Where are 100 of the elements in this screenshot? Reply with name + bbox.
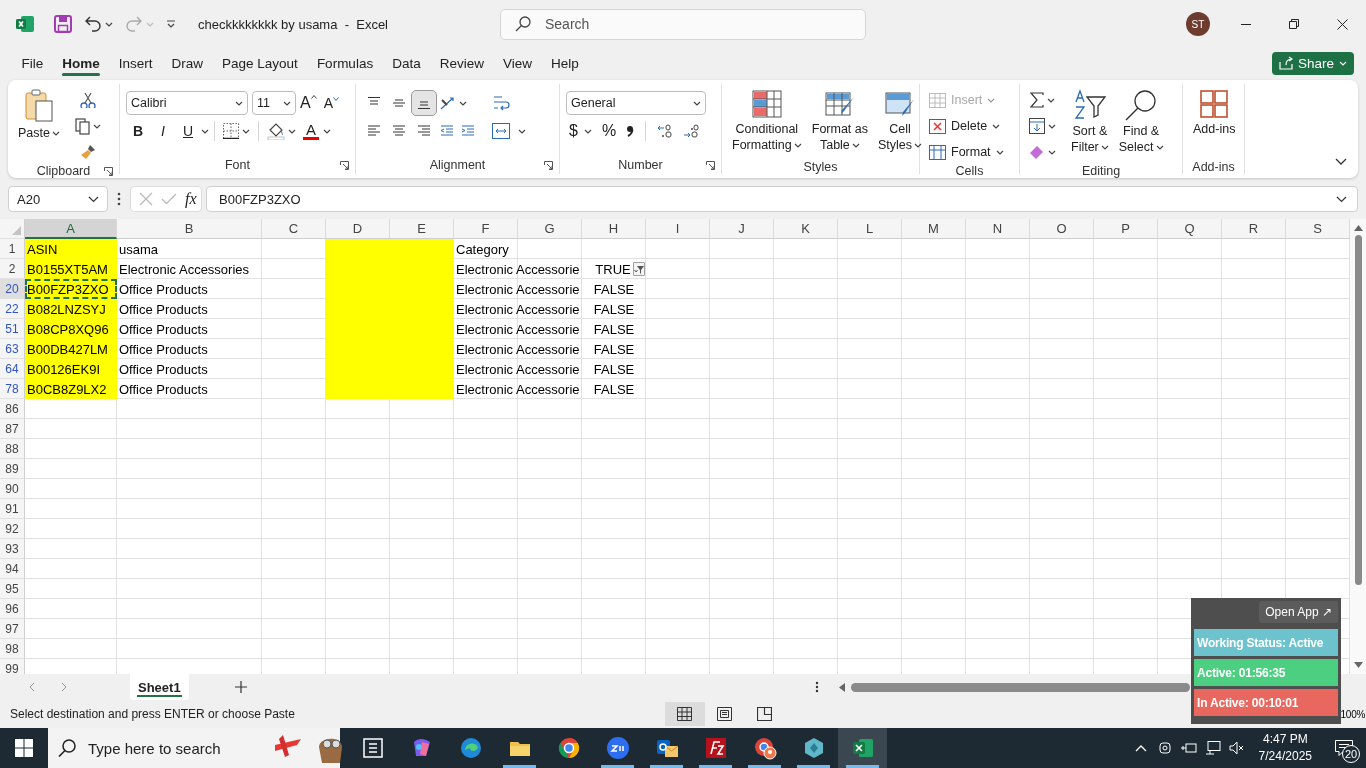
- row-header[interactable]: 63: [0, 339, 25, 359]
- column-header[interactable]: I: [646, 219, 710, 239]
- dialog-launcher-button[interactable]: [541, 158, 555, 172]
- row-header[interactable]: 93: [0, 539, 25, 559]
- row-header[interactable]: 20: [0, 279, 25, 299]
- find-select-button[interactable]: Find & Select: [1114, 86, 1168, 160]
- taskbar-search-bar[interactable]: Type here to search: [48, 728, 340, 768]
- menu-tab[interactable]: Formulas: [307, 48, 383, 78]
- account-avatar[interactable]: ST: [1186, 12, 1210, 36]
- menu-tab[interactable]: Review: [430, 48, 494, 78]
- search-bar[interactable]: Search: [500, 8, 866, 40]
- formula-field[interactable]: B00FZP3ZXO: [206, 186, 1358, 212]
- column-header[interactable]: G: [518, 219, 582, 239]
- column-header[interactable]: R: [1222, 219, 1286, 239]
- column-header[interactable]: B: [117, 219, 262, 239]
- column-header[interactable]: M: [902, 219, 966, 239]
- row-header[interactable]: 96: [0, 599, 25, 619]
- row-header[interactable]: 97: [0, 619, 25, 639]
- muted-speaker-icon: [1228, 741, 1245, 755]
- insert-cells-icon: [929, 92, 946, 108]
- number-format-dropdown[interactable]: General: [566, 91, 706, 115]
- row-header[interactable]: 90: [0, 479, 25, 499]
- bottom-align-button[interactable]: [412, 91, 436, 115]
- row-header[interactable]: 1: [0, 239, 25, 259]
- format-button[interactable]: Format: [926, 140, 1012, 164]
- percent-button[interactable]: %: [598, 119, 620, 143]
- row-header[interactable]: 99: [0, 659, 25, 675]
- menu-tab[interactable]: Data: [382, 48, 431, 78]
- add-ins-button[interactable]: Add-ins: [1189, 86, 1240, 160]
- font-size-dropdown[interactable]: 11: [252, 91, 296, 115]
- row-header[interactable]: 98: [0, 639, 25, 659]
- sort-filter-button[interactable]: Sort & Filter: [1067, 86, 1113, 160]
- row-header[interactable]: 87: [0, 419, 25, 439]
- row-header[interactable]: 94: [0, 559, 25, 579]
- underline-button[interactable]: U: [176, 119, 200, 143]
- comma-icon: [626, 125, 635, 137]
- filter-button[interactable]: [632, 262, 645, 276]
- dialog-launcher-button[interactable]: [337, 158, 351, 172]
- format-as-table-button[interactable]: Format as Table: [807, 86, 872, 160]
- scrollbar-thumb[interactable]: [1354, 235, 1362, 585]
- column-header[interactable]: D: [326, 219, 390, 239]
- row-header[interactable]: 22: [0, 299, 25, 319]
- open-app-button[interactable]: Open App ↗: [1259, 601, 1338, 623]
- row-header[interactable]: 86: [0, 399, 25, 419]
- column-header[interactable]: N: [966, 219, 1030, 239]
- dialog-launcher-button[interactable]: [101, 164, 115, 178]
- row-header[interactable]: 88: [0, 439, 25, 459]
- row-header[interactable]: 92: [0, 519, 25, 539]
- launcher-icon: [705, 160, 715, 170]
- insert-function-button[interactable]: fx: [185, 190, 197, 208]
- column-header[interactable]: F: [454, 219, 518, 239]
- grow-font-button[interactable]: A: [297, 91, 320, 115]
- row-header[interactable]: 95: [0, 579, 25, 599]
- notification-button[interactable]: 20: [1322, 728, 1366, 768]
- menu-tab[interactable]: Help: [541, 48, 589, 78]
- column-header[interactable]: A: [25, 219, 117, 239]
- column-header[interactable]: H: [582, 219, 646, 239]
- scrollbar-thumb[interactable]: [851, 682, 1190, 692]
- font-color-button[interactable]: A: [300, 119, 322, 143]
- conditional-formatting-button[interactable]: Conditional Formatting: [728, 86, 806, 160]
- menu-tab[interactable]: Insert: [109, 48, 163, 78]
- column-header[interactable]: K: [774, 219, 838, 239]
- column-header[interactable]: O: [1030, 219, 1094, 239]
- scroll-left-button[interactable]: [839, 682, 845, 692]
- column-header[interactable]: C: [262, 219, 326, 239]
- menu-tab[interactable]: View: [493, 48, 542, 78]
- column-header[interactable]: P: [1094, 219, 1158, 239]
- name-box[interactable]: A20: [8, 186, 108, 212]
- dialog-launcher-button[interactable]: [703, 158, 717, 172]
- italic-button[interactable]: I: [151, 119, 175, 143]
- shrink-font-button[interactable]: A: [320, 91, 342, 115]
- taskbar-search-input[interactable]: Type here to search: [86, 738, 261, 758]
- menu-tab[interactable]: Draw: [162, 48, 213, 78]
- cell-styles-button[interactable]: Cell Styles: [874, 86, 927, 160]
- row-header[interactable]: 2: [0, 259, 25, 279]
- delete-button[interactable]: Delete: [926, 114, 1012, 138]
- column-header[interactable]: Q: [1158, 219, 1222, 239]
- normal-view-button[interactable]: [664, 702, 705, 727]
- menu-tab[interactable]: File: [12, 48, 53, 78]
- font-name-dropdown[interactable]: Calibri: [126, 91, 248, 115]
- column-header[interactable]: L: [838, 219, 902, 239]
- row-header[interactable]: 78: [0, 379, 25, 399]
- scroll-up-button[interactable]: [1353, 225, 1363, 231]
- row-header[interactable]: 91: [0, 499, 25, 519]
- column-header[interactable]: E: [390, 219, 454, 239]
- menu-tab[interactable]: Home: [52, 48, 110, 78]
- share-button[interactable]: Share: [1271, 51, 1354, 75]
- paste-button[interactable]: Paste: [14, 86, 64, 160]
- row-header[interactable]: 89: [0, 459, 25, 479]
- row-header[interactable]: 64: [0, 359, 25, 379]
- row-header[interactable]: 51: [0, 319, 25, 339]
- column-header[interactable]: J: [710, 219, 774, 239]
- chrome-icon: [752, 736, 777, 760]
- scroll-down-button[interactable]: [1353, 662, 1363, 669]
- bold-button[interactable]: B: [126, 119, 150, 143]
- currency-button[interactable]: $: [566, 119, 595, 143]
- search-input[interactable]: Search: [543, 15, 843, 33]
- menu-tab[interactable]: Page Layout: [212, 48, 308, 78]
- column-header[interactable]: S: [1286, 219, 1350, 239]
- sheet-tab[interactable]: Sheet1: [130, 674, 189, 701]
